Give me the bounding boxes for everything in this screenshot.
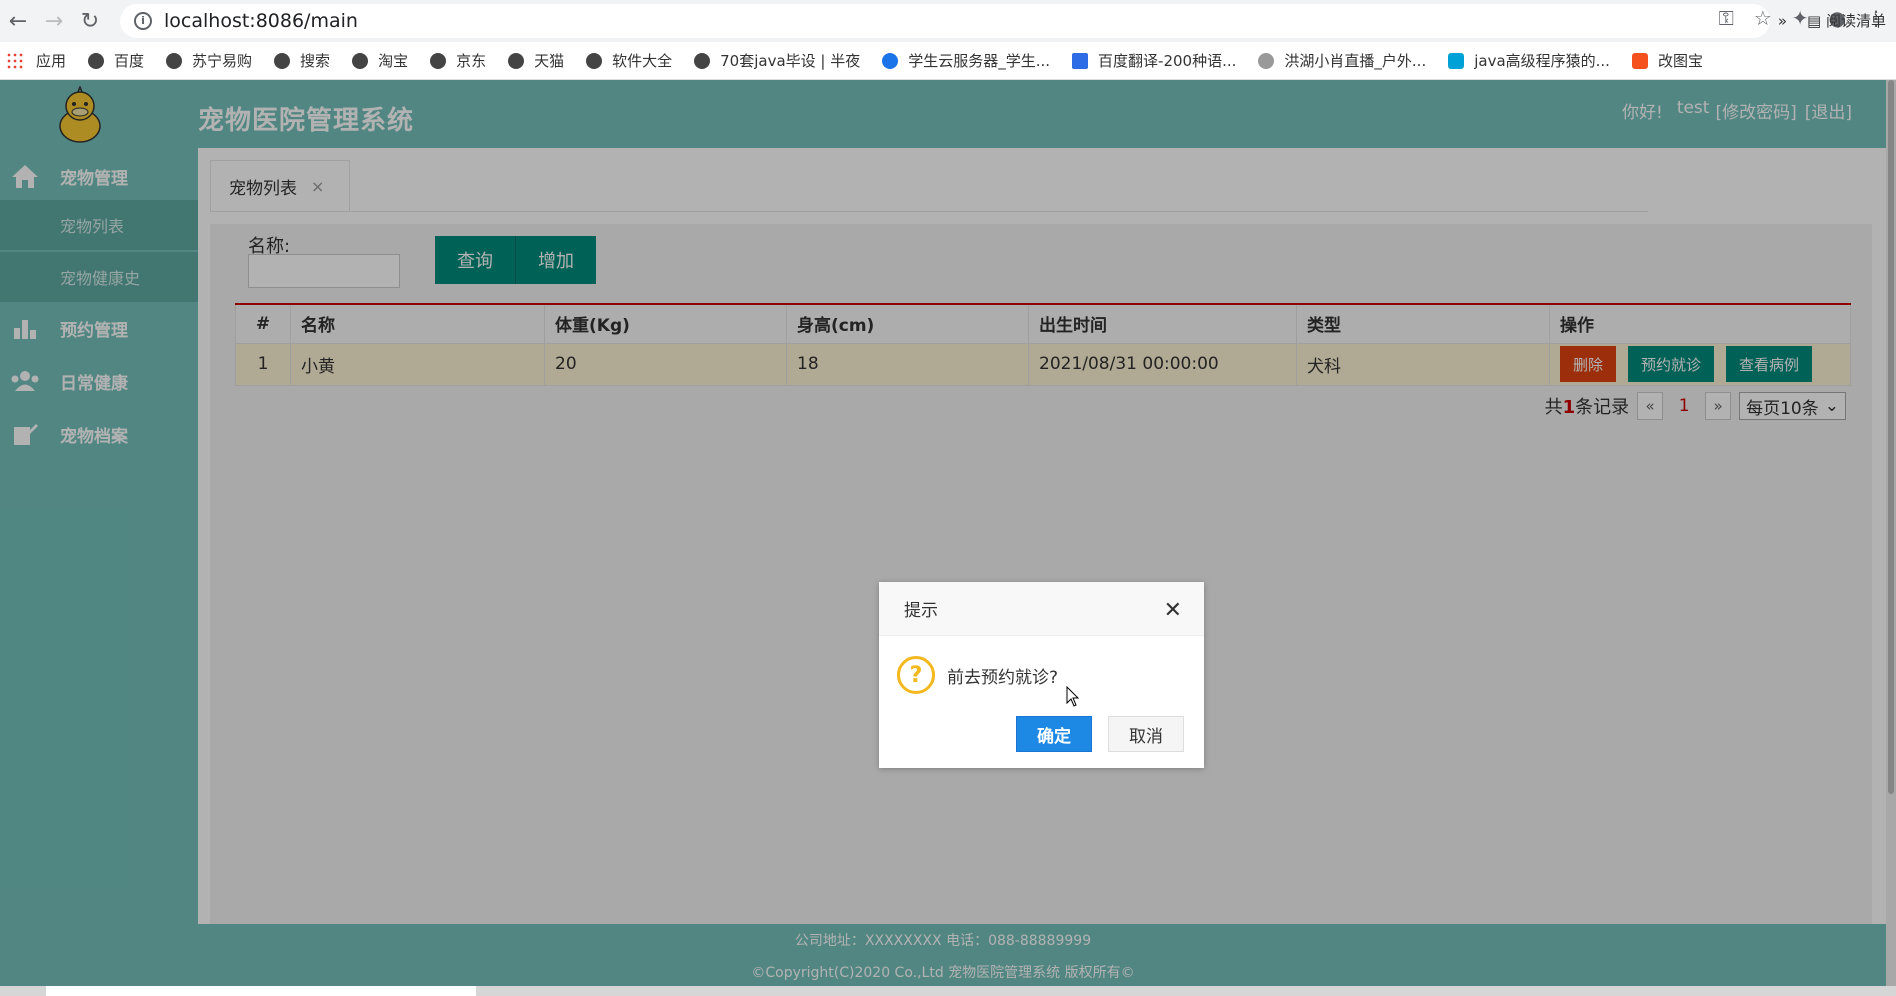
- bookmark-item[interactable]: 70套java毕设 | 半夜: [694, 50, 860, 71]
- dialog-buttons: 确定 取消: [1016, 716, 1184, 752]
- more-bookmarks-button[interactable]: »: [1778, 12, 1787, 30]
- translate-icon: [1072, 52, 1089, 69]
- globe-icon: [166, 52, 183, 69]
- globe-icon: [430, 52, 447, 69]
- bookmark-item[interactable]: 搜索: [274, 50, 330, 71]
- confirm-button[interactable]: 确定: [1016, 716, 1092, 752]
- key-icon[interactable]: ⚿: [1719, 6, 1734, 30]
- bookmark-item[interactable]: 京东: [430, 50, 486, 71]
- tv-icon: [1448, 52, 1465, 69]
- site-info-icon[interactable]: i: [134, 12, 152, 30]
- bookmark-item[interactable]: 苏宁易购: [166, 50, 252, 71]
- dialog-title: 提示: [904, 601, 938, 621]
- confirm-dialog: 提示 ✕ ? 前去预约就诊? 确定 取消: [879, 582, 1204, 768]
- globe-icon: [352, 52, 369, 69]
- dialog-message: 前去预约就诊?: [947, 667, 1059, 688]
- reading-list-button[interactable]: ▤ 阅读清单: [1807, 10, 1886, 31]
- bookmark-item[interactable]: 学生云服务器_学生...: [882, 50, 1050, 71]
- bookmark-apps[interactable]: 应用: [0, 50, 66, 71]
- modal-overlay: [0, 80, 1896, 986]
- bookmark-item[interactable]: 洪湖小肖直播_户外...: [1258, 50, 1426, 71]
- taskbar: [0, 986, 1896, 996]
- cloud-icon: [882, 52, 899, 69]
- globe-icon: [88, 52, 105, 69]
- bookmark-item[interactable]: 百度翻译-200种语...: [1072, 50, 1236, 71]
- dialog-body: ? 前去预约就诊?: [897, 656, 1058, 694]
- url-text: localhost:8086/main: [164, 10, 358, 32]
- address-bar[interactable]: i localhost:8086/main: [120, 4, 1770, 38]
- dialog-header: 提示 ✕: [879, 582, 1204, 636]
- globe-icon: [508, 52, 525, 69]
- bookmark-item[interactable]: java高级程序猿的...: [1448, 50, 1610, 71]
- apps-icon: [6, 51, 24, 70]
- globe-icon: [274, 52, 291, 69]
- globe-icon: [694, 52, 711, 69]
- feather-icon: [1258, 52, 1275, 69]
- globe-icon: [586, 52, 603, 69]
- bookmarks-bar: 应用 百度 苏宁易购 搜索 淘宝 京东 天猫 软件大全 70套java毕设 | …: [0, 42, 1896, 80]
- bookmark-item[interactable]: 天猫: [508, 50, 564, 71]
- cancel-button[interactable]: 取消: [1108, 716, 1184, 752]
- close-icon[interactable]: ✕: [1164, 598, 1182, 623]
- bookmark-item[interactable]: 淘宝: [352, 50, 408, 71]
- taskbar-segment: [46, 986, 476, 996]
- reading-list-icon: ▤: [1807, 12, 1826, 30]
- image-tool-icon: [1631, 52, 1648, 69]
- bookmarks-right: » ▤ 阅读清单: [1778, 10, 1886, 31]
- bookmark-item[interactable]: 软件大全: [586, 50, 672, 71]
- back-icon[interactable]: ←: [0, 3, 36, 39]
- bookmark-item[interactable]: 百度: [88, 50, 144, 71]
- reload-icon[interactable]: ↻: [72, 3, 108, 39]
- star-icon[interactable]: ☆: [1754, 6, 1772, 30]
- bookmark-item[interactable]: 改图宝: [1631, 50, 1703, 71]
- forward-icon[interactable]: →: [36, 3, 72, 39]
- question-icon: ?: [897, 656, 935, 694]
- mouse-cursor-icon: [1066, 686, 1080, 707]
